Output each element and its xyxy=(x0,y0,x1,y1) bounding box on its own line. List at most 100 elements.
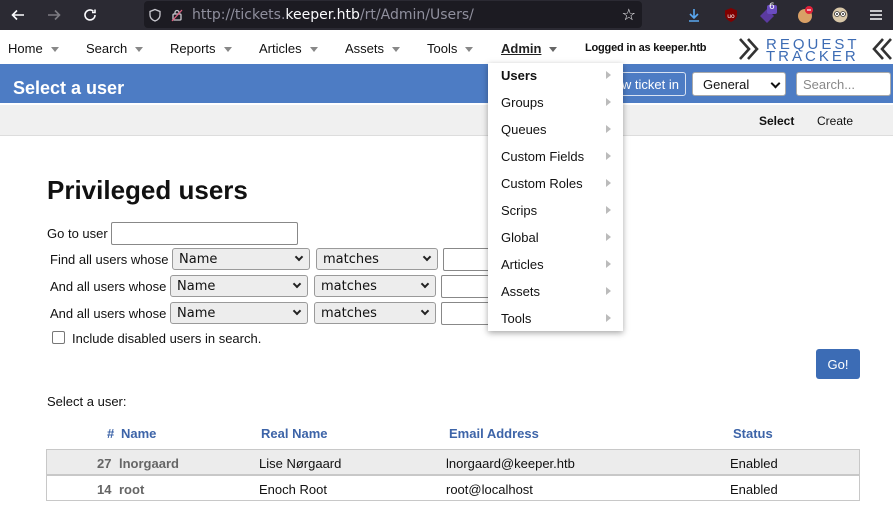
row-id[interactable]: 27 xyxy=(97,456,111,471)
filter-field-select-2[interactable]: Name xyxy=(170,275,308,297)
col-header-real-name[interactable]: Real Name xyxy=(261,426,327,441)
admin-menu-queues[interactable]: Queues xyxy=(488,117,623,144)
chevron-down-icon xyxy=(292,306,302,316)
admin-menu-custom-roles[interactable]: Custom Roles xyxy=(488,171,623,198)
menu-home[interactable]: Home xyxy=(8,41,59,56)
filter-value-input-2[interactable] xyxy=(441,275,493,298)
admin-dropdown-menu: Users Groups Queues Custom Fields Custom… xyxy=(488,63,623,331)
table-row[interactable]: 27 lnorgaard Lise Nørgaard lnorgaard@kee… xyxy=(46,449,860,475)
queue-select-value: General xyxy=(703,76,750,92)
filter-op-select-2[interactable]: matches xyxy=(314,275,436,297)
hamburger-menu-icon[interactable] xyxy=(866,5,886,25)
menu-tools[interactable]: Tools xyxy=(427,41,474,56)
col-header-status[interactable]: Status xyxy=(733,426,773,441)
admin-menu-global[interactable]: Global xyxy=(488,225,623,252)
submenu-arrow-icon xyxy=(606,125,611,133)
col-header-name[interactable]: Name xyxy=(121,426,156,441)
extension-badge-count: 6 xyxy=(769,2,775,12)
chevron-down-icon xyxy=(294,252,304,262)
chevron-down-icon xyxy=(292,279,302,289)
row-real-name: Enoch Root xyxy=(259,482,327,497)
insecure-lock-icon[interactable] xyxy=(166,8,188,22)
chevron-down-icon xyxy=(549,47,558,52)
admin-menu-articles[interactable]: Articles xyxy=(488,252,623,279)
download-icon[interactable] xyxy=(684,5,704,25)
submenu-arrow-icon xyxy=(606,179,611,187)
submenu-arrow-icon xyxy=(606,314,611,322)
row-username-link[interactable]: lnorgaard xyxy=(119,456,179,471)
submenu-arrow-icon xyxy=(606,98,611,106)
forward-arrow-icon[interactable] xyxy=(36,0,72,30)
subnav-create[interactable]: Create xyxy=(817,114,853,128)
go-to-user-input[interactable] xyxy=(111,222,298,245)
page-title: Select a user xyxy=(13,78,125,98)
filter-label-1: Find all users whose xyxy=(50,252,169,267)
row-email: lnorgaard@keeper.htb xyxy=(446,456,575,471)
logo-chevrons-icon xyxy=(739,38,759,60)
queue-select[interactable]: General xyxy=(692,72,786,96)
menu-admin[interactable]: Admin xyxy=(501,41,558,56)
bookmark-star-icon[interactable]: ☆ xyxy=(622,5,636,24)
page-header: Select a user w ticket in General Search… xyxy=(0,64,893,103)
filter-op-select-3[interactable]: matches xyxy=(314,302,436,324)
shield-icon[interactable] xyxy=(144,8,166,22)
menu-articles[interactable]: Articles xyxy=(259,41,318,56)
chevron-down-icon xyxy=(223,47,232,52)
owl-extension-icon[interactable] xyxy=(830,5,850,25)
url-text: http://tickets.keeper.htb/rt/Admin/Users… xyxy=(192,6,474,23)
back-arrow-icon[interactable] xyxy=(0,0,36,30)
section-heading: Privileged users xyxy=(47,175,248,205)
row-real-name: Lise Nørgaard xyxy=(259,456,342,471)
chevron-down-icon xyxy=(420,279,430,289)
admin-menu-groups[interactable]: Groups xyxy=(488,90,623,117)
subnav-select[interactable]: Select xyxy=(759,114,794,128)
submenu-arrow-icon xyxy=(606,71,611,79)
privacy-extension-icon[interactable] xyxy=(795,5,815,25)
logged-in-user[interactable]: Logged in as keeper.htb xyxy=(585,42,707,54)
go-to-user-label: Go to user xyxy=(47,226,108,241)
chevron-down-icon xyxy=(50,47,59,52)
table-row[interactable]: 14 root Enoch Root root@localhost Enable… xyxy=(46,475,860,501)
go-button[interactable]: Go! xyxy=(816,349,860,379)
browser-toolbar: http://tickets.keeper.htb/rt/Admin/Users… xyxy=(0,0,893,30)
submenu-arrow-icon xyxy=(606,287,611,295)
row-email: root@localhost xyxy=(446,482,533,497)
filter-field-select-3[interactable]: Name xyxy=(170,302,308,324)
submenu-arrow-icon xyxy=(606,152,611,160)
filter-field-select-1[interactable]: Name xyxy=(172,248,310,270)
row-username-link[interactable]: root xyxy=(119,482,144,497)
include-disabled-checkbox[interactable] xyxy=(52,331,65,344)
ublock-icon[interactable]: uo xyxy=(721,5,741,25)
admin-menu-scrips[interactable]: Scrips xyxy=(488,198,623,225)
chevron-down-icon xyxy=(770,78,781,89)
col-header-id[interactable]: # xyxy=(107,426,114,441)
chevron-down-icon xyxy=(135,47,144,52)
row-status: Enabled xyxy=(730,456,778,471)
select-user-label: Select a user: xyxy=(47,394,127,409)
menu-reports[interactable]: Reports xyxy=(170,41,232,56)
request-tracker-logo[interactable]: REQUEST TRACKER xyxy=(738,36,893,65)
reload-icon[interactable] xyxy=(72,0,108,30)
extension-badge-icon[interactable]: 6 xyxy=(757,2,777,25)
submenu-arrow-icon xyxy=(606,233,611,241)
filter-op-select-1[interactable]: matches xyxy=(316,248,438,270)
filter-value-input-1[interactable] xyxy=(443,248,493,271)
admin-menu-custom-fields[interactable]: Custom Fields xyxy=(488,144,623,171)
chevron-down-icon xyxy=(392,47,401,52)
submenu-arrow-icon xyxy=(606,206,611,214)
menu-assets[interactable]: Assets xyxy=(345,41,401,56)
admin-menu-assets[interactable]: Assets xyxy=(488,279,623,306)
admin-menu-users[interactable]: Users xyxy=(488,63,623,90)
address-bar[interactable]: http://tickets.keeper.htb/rt/Admin/Users… xyxy=(144,1,642,28)
filter-value-input-3[interactable] xyxy=(441,302,493,325)
row-id[interactable]: 14 xyxy=(97,482,111,497)
chevron-down-icon xyxy=(465,47,474,52)
quick-search-input[interactable]: Search... xyxy=(796,72,891,96)
submenu-arrow-icon xyxy=(606,260,611,268)
svg-text:uo: uo xyxy=(727,13,735,20)
col-header-email[interactable]: Email Address xyxy=(449,426,539,441)
menu-search[interactable]: Search xyxy=(86,41,144,56)
admin-menu-tools[interactable]: Tools xyxy=(488,306,623,333)
page-subnav: Select Create xyxy=(0,105,893,136)
rt-main-menu: Home Search Reports Articles Assets Tool… xyxy=(0,33,893,65)
